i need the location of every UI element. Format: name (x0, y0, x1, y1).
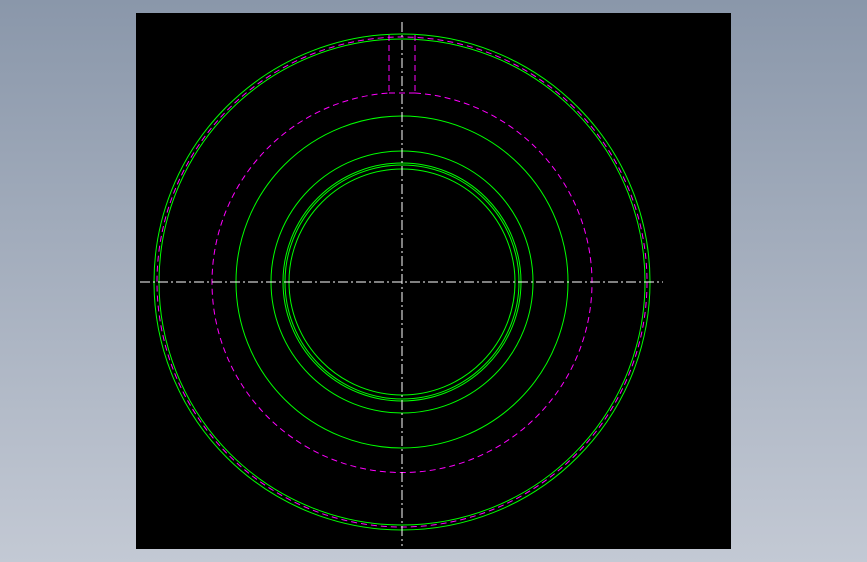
centerlines (140, 22, 663, 546)
cad-drawing (140, 22, 663, 546)
